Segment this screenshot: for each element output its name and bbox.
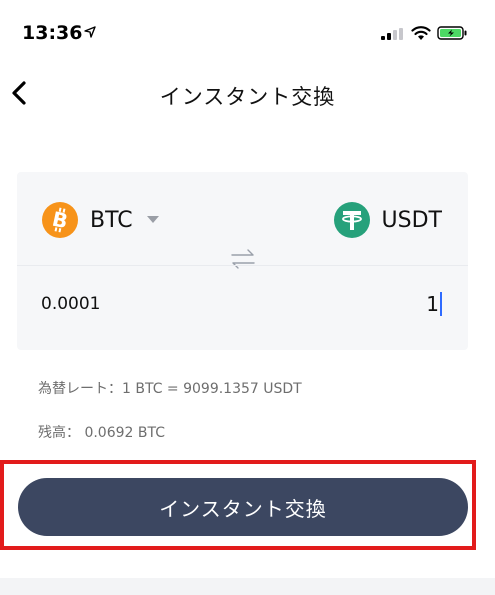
instant-exchange-button-label: インスタント交換: [159, 496, 327, 521]
from-coin-label: BTC: [90, 207, 133, 233]
to-amount-field[interactable]: 1: [426, 288, 442, 320]
page-title: インスタント交換: [159, 85, 336, 109]
from-amount-input[interactable]: [29, 284, 253, 324]
to-coin-label: USDT: [381, 207, 442, 233]
status-bar: 13:36: [0, 0, 495, 64]
to-amount-value: 1: [426, 292, 439, 316]
bottom-strip: [0, 578, 495, 595]
instant-exchange-button[interactable]: インスタント交換: [18, 478, 468, 536]
battery-icon: [437, 26, 467, 40]
wifi-icon: [411, 26, 431, 40]
tether-icon: [333, 202, 370, 238]
bitcoin-icon: B: [42, 202, 78, 238]
from-coin-selector[interactable]: B BTC: [42, 202, 159, 238]
text-cursor: [440, 292, 442, 316]
swap-arrows-icon[interactable]: [230, 248, 256, 270]
status-time: 13:36: [22, 22, 83, 44]
location-arrow-icon: [84, 26, 96, 38]
coin-selector-row: B BTC USDT: [17, 172, 468, 269]
nav-bar: インスタント交換: [0, 64, 495, 124]
balance-text: 残高： 0.0692 BTC: [38, 425, 165, 441]
signal-icon: [381, 28, 403, 40]
card-divider: [17, 265, 468, 266]
to-coin-display: USDT: [333, 202, 442, 238]
exchange-card: B BTC USDT 1: [17, 172, 468, 350]
caret-down-icon: [146, 216, 159, 223]
exchange-rate-text: 為替レート：1 BTC = 9099.1357 USDT: [38, 381, 302, 397]
